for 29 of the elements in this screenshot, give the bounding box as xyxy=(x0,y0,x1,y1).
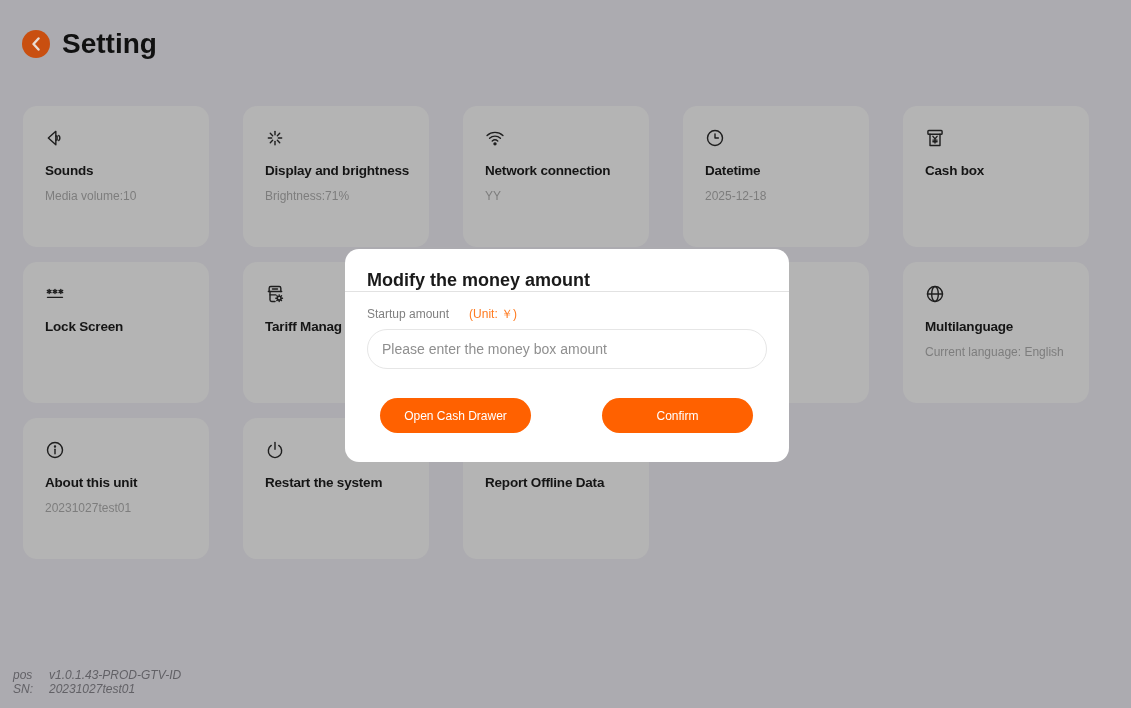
tile-title: Lock Screen xyxy=(45,318,124,336)
power-icon xyxy=(265,440,285,460)
clock-icon xyxy=(705,128,725,148)
unit-label: (Unit: ￥) xyxy=(469,306,518,322)
yen-box-icon xyxy=(925,128,945,148)
tile-title: Datetime xyxy=(705,162,761,180)
back-button[interactable] xyxy=(22,30,50,58)
tile-title: Restart the system xyxy=(265,474,383,492)
tile-title: Cash box xyxy=(925,162,985,180)
info-label: SN: xyxy=(13,682,34,696)
page-title: Setting xyxy=(62,29,157,59)
info-label: pos xyxy=(13,668,34,682)
tile-title: Sounds xyxy=(45,162,94,180)
settings-tile[interactable]: Lock Screen xyxy=(23,262,209,403)
globe-icon xyxy=(925,284,945,304)
info-value: v1.0.1.43-PROD-GTV-ID xyxy=(49,668,182,682)
tile-title: About this unit xyxy=(45,474,138,492)
settings-tile[interactable]: Cash box xyxy=(903,106,1089,247)
document-gear-icon xyxy=(265,284,285,304)
info-icon xyxy=(45,440,65,460)
tile-title: Tariff Manag xyxy=(265,318,342,336)
tile-title: Display and brightness xyxy=(265,162,410,180)
tile-title: Network connection xyxy=(485,162,611,180)
sunburst-icon xyxy=(265,128,285,148)
info-value: 20231027test01 xyxy=(49,682,137,696)
chevron-left-icon xyxy=(31,37,41,51)
amount-input[interactable]: Please enter the money box amount xyxy=(367,329,767,369)
tile-title: Report Offline Data xyxy=(485,474,605,492)
tile-title: Multilanguage xyxy=(925,318,1014,336)
